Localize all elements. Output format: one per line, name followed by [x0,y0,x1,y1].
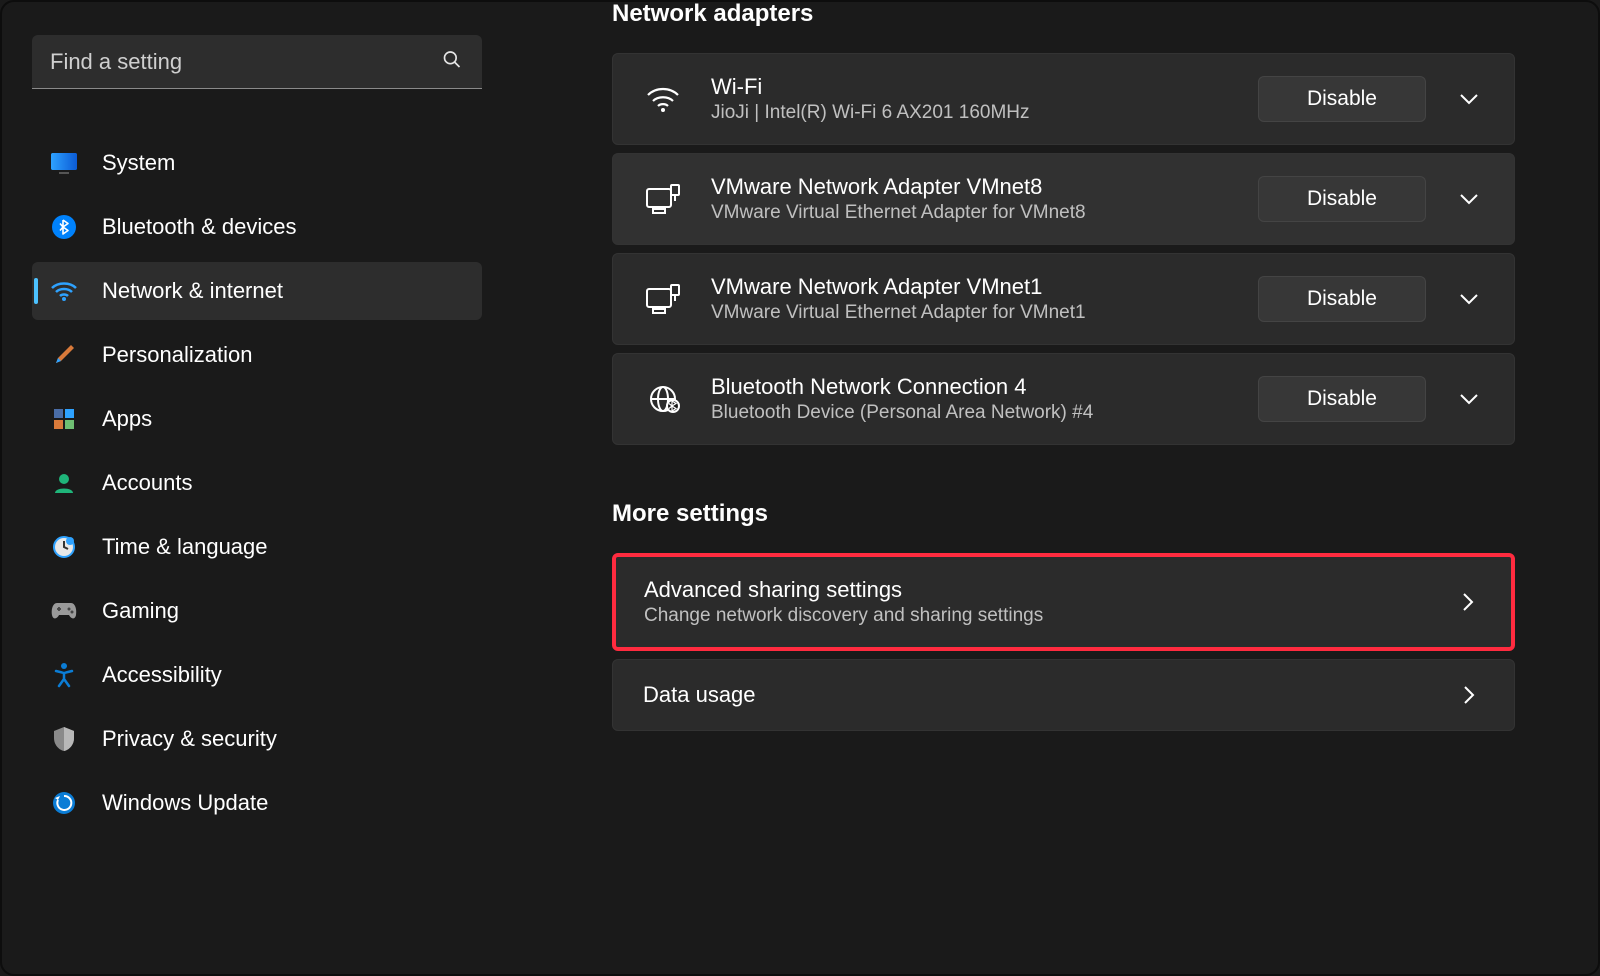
row-text: Advanced sharing settings Change network… [644,577,1453,627]
adapter-subtitle: VMware Virtual Ethernet Adapter for VMne… [711,302,1230,324]
settings-window: System Bluetooth & devices Network & int… [0,0,1600,976]
main-content: Network adapters Wi-Fi JioJi | Intel(R) … [512,0,1590,976]
sidebar-item-label: Windows Update [102,790,268,816]
ethernet-icon [643,283,683,315]
sidebar-item-label: Apps [102,406,152,432]
sidebar-item-label: Privacy & security [102,726,277,752]
disable-button[interactable]: Disable [1258,276,1426,322]
chevron-down-icon[interactable] [1454,193,1484,205]
bluetooth-icon [50,213,78,241]
sidebar-item-accounts[interactable]: Accounts [32,454,482,512]
search-input[interactable] [32,35,482,89]
update-icon [50,789,78,817]
sidebar-item-bluetooth[interactable]: Bluetooth & devices [32,198,482,256]
clock-icon [50,533,78,561]
sidebar-item-label: Time & language [102,534,268,560]
account-icon [50,469,78,497]
sidebar-item-label: Personalization [102,342,252,368]
adapter-text: VMware Network Adapter VMnet1 VMware Vir… [711,274,1230,324]
sidebar-item-label: Accessibility [102,662,222,688]
row-text: Data usage [643,682,1454,708]
sidebar-item-label: Bluetooth & devices [102,214,296,240]
search-icon [442,50,462,75]
sidebar-item-apps[interactable]: Apps [32,390,482,448]
row-subtitle: Change network discovery and sharing set… [644,605,1453,627]
network-adapters-heading: Network adapters [612,0,1515,28]
sidebar-item-label: Accounts [102,470,193,496]
chevron-down-icon[interactable] [1454,93,1484,105]
adapter-row-wifi[interactable]: Wi-Fi JioJi | Intel(R) Wi-Fi 6 AX201 160… [612,53,1515,145]
brush-icon [50,341,78,369]
adapter-title: Bluetooth Network Connection 4 [711,374,1230,400]
system-icon [50,149,78,177]
sidebar-item-label: Network & internet [102,278,283,304]
sidebar-item-personalization[interactable]: Personalization [32,326,482,384]
chevron-right-icon [1454,685,1484,705]
adapters-list: Wi-Fi JioJi | Intel(R) Wi-Fi 6 AX201 160… [612,53,1515,445]
adapter-subtitle: Bluetooth Device (Personal Area Network)… [711,402,1230,424]
adapter-text: Bluetooth Network Connection 4 Bluetooth… [711,374,1230,424]
globe-bluetooth-icon [643,384,683,414]
row-title: Advanced sharing settings [644,577,1453,603]
adapter-title: Wi-Fi [711,74,1230,100]
shield-icon [50,725,78,753]
sidebar-item-network[interactable]: Network & internet [32,262,482,320]
adapter-text: Wi-Fi JioJi | Intel(R) Wi-Fi 6 AX201 160… [711,74,1230,124]
row-advanced-sharing[interactable]: Advanced sharing settings Change network… [612,553,1515,651]
disable-button[interactable]: Disable [1258,176,1426,222]
adapter-title: VMware Network Adapter VMnet1 [711,274,1230,300]
wifi-icon [643,85,683,113]
wifi-icon [50,277,78,305]
sidebar: System Bluetooth & devices Network & int… [2,0,512,976]
adapter-subtitle: VMware Virtual Ethernet Adapter for VMne… [711,202,1230,224]
sidebar-item-windows-update[interactable]: Windows Update [32,774,482,832]
adapter-row-vmnet8[interactable]: VMware Network Adapter VMnet8 VMware Vir… [612,153,1515,245]
sidebar-item-accessibility[interactable]: Accessibility [32,646,482,704]
search-field-wrap [32,35,482,89]
sidebar-nav: System Bluetooth & devices Network & int… [32,134,482,832]
adapter-subtitle: JioJi | Intel(R) Wi-Fi 6 AX201 160MHz [711,102,1230,124]
sidebar-item-privacy[interactable]: Privacy & security [32,710,482,768]
more-settings-heading: More settings [612,500,1515,528]
sidebar-item-label: Gaming [102,598,179,624]
adapter-title: VMware Network Adapter VMnet8 [711,174,1230,200]
apps-icon [50,405,78,433]
disable-button[interactable]: Disable [1258,376,1426,422]
gaming-icon [50,597,78,625]
row-data-usage[interactable]: Data usage [612,659,1515,731]
row-title: Data usage [643,682,1454,708]
sidebar-item-system[interactable]: System [32,134,482,192]
sidebar-item-time-language[interactable]: Time & language [32,518,482,576]
more-settings-list: Advanced sharing settings Change network… [612,553,1515,731]
chevron-right-icon [1453,592,1483,612]
chevron-down-icon[interactable] [1454,293,1484,305]
disable-button[interactable]: Disable [1258,76,1426,122]
adapter-row-bluetooth-net[interactable]: Bluetooth Network Connection 4 Bluetooth… [612,353,1515,445]
chevron-down-icon[interactable] [1454,393,1484,405]
sidebar-item-label: System [102,150,175,176]
sidebar-item-gaming[interactable]: Gaming [32,582,482,640]
ethernet-icon [643,183,683,215]
adapter-row-vmnet1[interactable]: VMware Network Adapter VMnet1 VMware Vir… [612,253,1515,345]
accessibility-icon [50,661,78,689]
adapter-text: VMware Network Adapter VMnet8 VMware Vir… [711,174,1230,224]
